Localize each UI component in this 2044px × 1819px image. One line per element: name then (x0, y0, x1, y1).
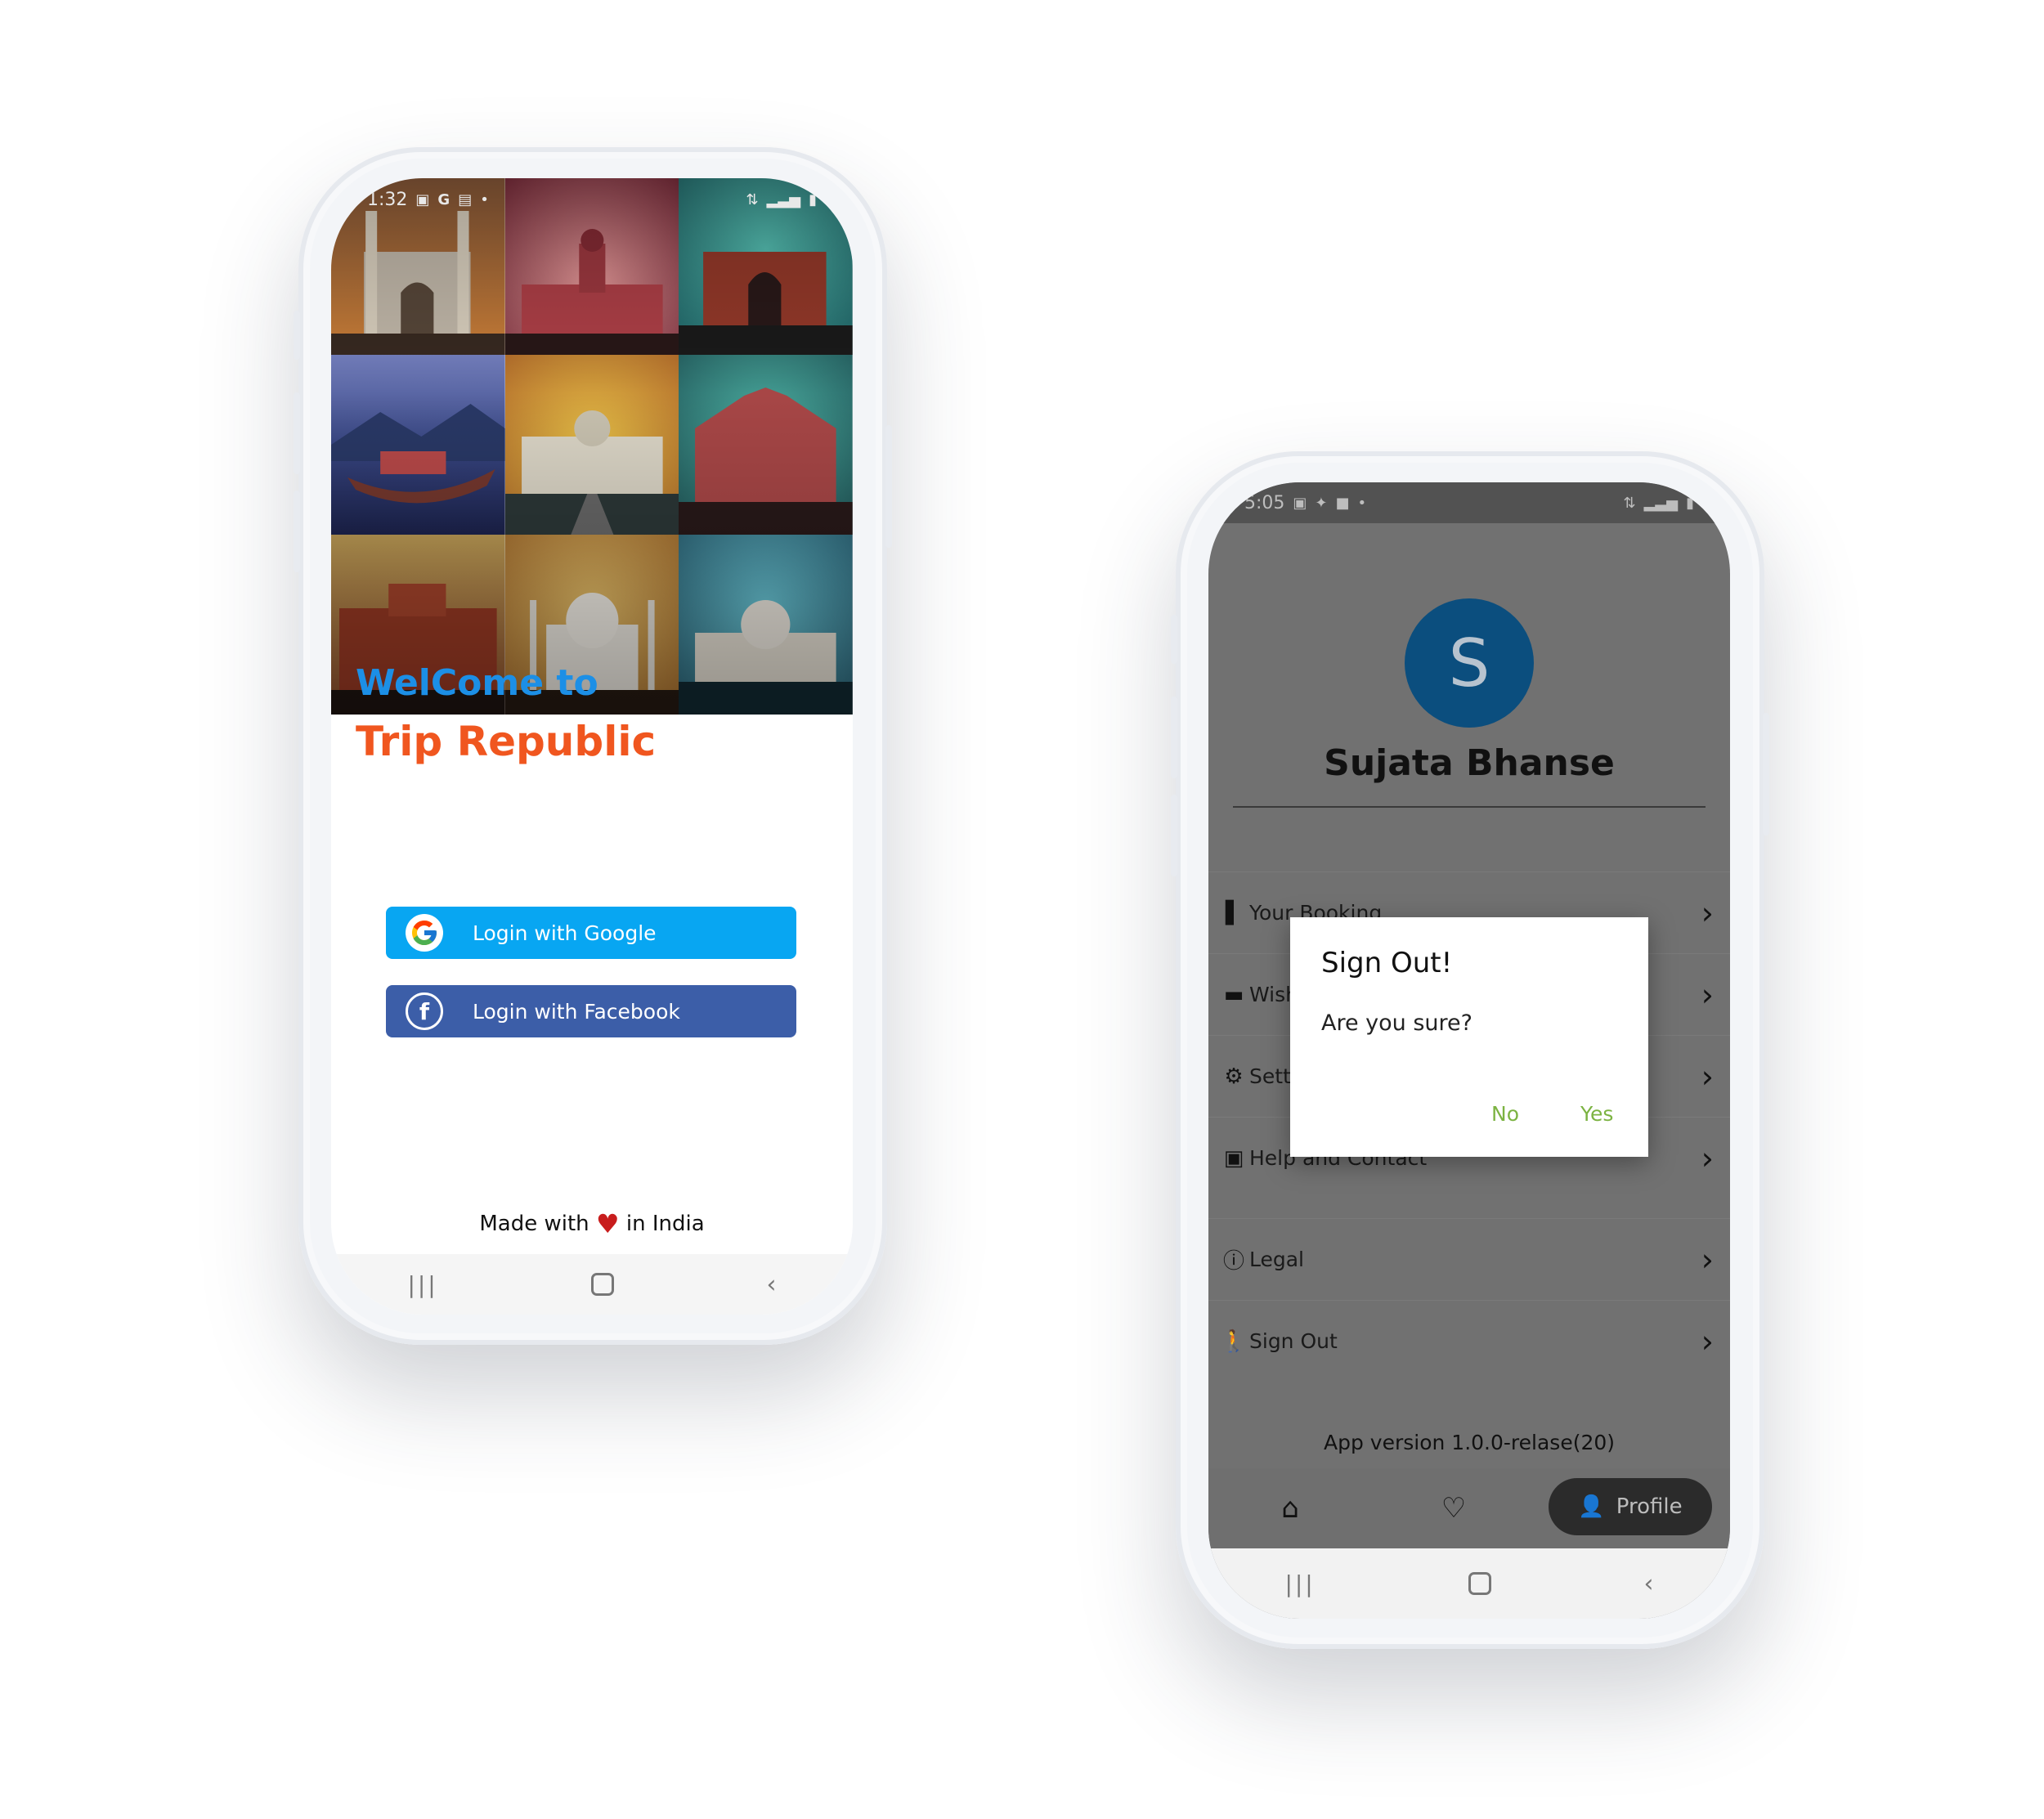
profile-user-name: Sujata Bhanse (1324, 742, 1615, 784)
signal-icon: ▂▃▅ (766, 190, 801, 208)
message-icon: ■ (1335, 494, 1350, 512)
calendar-icon: ▤ (458, 190, 473, 208)
google-icon (406, 914, 443, 952)
heart-outline-icon: ♡ (1441, 1492, 1467, 1525)
recent-apps-icon[interactable]: ||| (407, 1271, 437, 1298)
volume-down-button (294, 392, 300, 474)
bixby-button (1171, 795, 1177, 876)
gear-icon: ⚙ (1224, 1064, 1244, 1089)
volume-up-button (1171, 615, 1177, 664)
chevron-right-icon: › (1701, 976, 1714, 1013)
tab-wishlist[interactable]: ♡ (1396, 1492, 1511, 1525)
recent-apps-icon[interactable]: ||| (1284, 1570, 1315, 1597)
footer-made-in-india: Made with ♥ in India (331, 1208, 853, 1239)
network-icon: ⇅ (746, 190, 759, 208)
dialog-no-button[interactable]: No (1491, 1102, 1519, 1126)
status-bar: 1:32 ▣ G ▤ • ⇅ ▂▃▅ ▮ (331, 178, 853, 221)
login-screen: 1:32 ▣ G ▤ • ⇅ ▂▃▅ ▮ WelCome to Trip Rep… (331, 178, 853, 1315)
sign-out-dialog: Sign Out! Are you sure? No Yes (1290, 917, 1648, 1157)
twitter-icon: ✦ (1315, 494, 1328, 512)
power-button (1763, 713, 1769, 836)
volume-up-button (294, 311, 300, 360)
chevron-right-icon: › (1701, 894, 1714, 931)
battery-icon: ▮ (809, 190, 817, 208)
dialog-yes-button[interactable]: Yes (1580, 1102, 1613, 1126)
gallery-icon: ▣ (1293, 494, 1307, 512)
network-icon: ⇅ (1623, 494, 1636, 512)
welcome-heading: WelCome to (356, 662, 598, 704)
facebook-icon: f (406, 992, 443, 1030)
home-button-icon[interactable] (1468, 1572, 1491, 1595)
avatar[interactable]: S (1405, 598, 1534, 728)
tab-home[interactable]: ⌂ (1233, 1492, 1347, 1525)
profile-screen: 5:05 ▣ ✦ ■ • ⇅ ▂▃▅ ▮ S Sujata Bhanse ▌ Y… (1208, 482, 1730, 1619)
info-icon: ⓘ (1222, 1249, 1244, 1274)
status-time: 5:05 (1244, 492, 1285, 513)
book-icon: ▌ (1226, 900, 1242, 925)
chevron-right-icon: › (1701, 1241, 1714, 1278)
login-google-label: Login with Google (473, 921, 657, 945)
status-bar: 5:05 ▣ ✦ ■ • ⇅ ▂▃▅ ▮ (1208, 482, 1730, 523)
menu-item-label: Sign Out (1249, 1329, 1338, 1353)
dot-icon: • (480, 190, 489, 208)
login-google-button[interactable]: Login with Google (386, 907, 796, 959)
walk-icon: 🚶 (1220, 1328, 1248, 1354)
status-time: 1:32 (367, 189, 408, 210)
battery-icon: ▮ (1686, 494, 1694, 512)
back-icon[interactable]: ‹ (1644, 1570, 1654, 1598)
wallet-icon: ▬ (1223, 982, 1244, 1007)
divider (1233, 806, 1706, 808)
person-icon: 👤 (1578, 1494, 1605, 1519)
bixby-button (294, 491, 300, 572)
mosaic-overlay (331, 178, 853, 715)
power-button (885, 425, 892, 548)
gallery-icon: ▣ (415, 190, 430, 208)
chevron-right-icon: › (1701, 1140, 1714, 1176)
menu-item-legal[interactable]: ⓘ Legal › (1208, 1218, 1730, 1300)
tab-profile-label: Profile (1616, 1494, 1683, 1519)
login-facebook-button[interactable]: f Login with Facebook (386, 985, 796, 1037)
login-facebook-label: Login with Facebook (473, 999, 680, 1024)
dialog-title: Sign Out! (1321, 947, 1453, 979)
chevron-right-icon: › (1701, 1058, 1714, 1095)
system-nav-bar: ||| ‹ (331, 1254, 853, 1315)
phone-profile: 5:05 ▣ ✦ ■ • ⇅ ▂▃▅ ▮ S Sujata Bhanse ▌ Y… (1171, 451, 1769, 1649)
signal-icon: ▂▃▅ (1643, 494, 1679, 512)
menu-item-sign-out[interactable]: 🚶 Sign Out › (1208, 1300, 1730, 1382)
chevron-right-icon: › (1701, 1323, 1714, 1360)
app-version: App version 1.0.0-relase(20) (1323, 1431, 1616, 1454)
volume-down-button (1171, 697, 1177, 778)
back-icon[interactable]: ‹ (767, 1270, 777, 1299)
dialog-message: Are you sure? (1321, 1010, 1472, 1036)
phone-login: 1:32 ▣ G ▤ • ⇅ ▂▃▅ ▮ WelCome to Trip Rep… (294, 147, 892, 1345)
made-with-text: Made with (479, 1212, 589, 1236)
home-icon: ⌂ (1281, 1492, 1299, 1525)
system-nav-bar: ||| ‹ (1208, 1548, 1730, 1619)
google-notification-icon: G (437, 190, 450, 208)
contact-icon: ▣ (1223, 1145, 1244, 1171)
app-brand-title: Trip Republic (356, 718, 657, 765)
heart-icon: ♥ (595, 1208, 620, 1239)
menu-item-label: Legal (1249, 1248, 1305, 1271)
dot-icon: • (1357, 494, 1367, 512)
in-india-text: in India (625, 1212, 705, 1236)
menu-item-label: Sett (1249, 1064, 1291, 1088)
tab-profile[interactable]: 👤 Profile (1549, 1478, 1712, 1535)
bottom-tab-bar: ⌂ ♡ 👤 Profile (1208, 1468, 1730, 1548)
home-button-icon[interactable] (590, 1273, 614, 1296)
